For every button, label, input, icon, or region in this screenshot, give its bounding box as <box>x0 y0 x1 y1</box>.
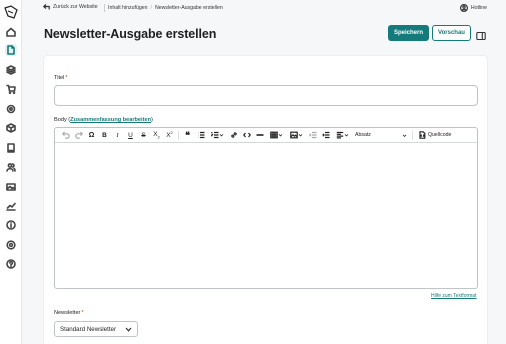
title-field-label: Titel* <box>54 75 68 81</box>
image-icon[interactable] <box>5 181 17 193</box>
body-editor[interactable]: Ω B I U S X2 X2 ❝ Absatz Quellcode <box>54 127 478 289</box>
outdent-icon[interactable] <box>306 129 319 141</box>
body-field-label: Body (Zusammenfassung bearbeiten) <box>54 117 153 123</box>
superscript-icon[interactable]: X2 <box>163 129 176 141</box>
save-button[interactable]: Speichern <box>388 25 429 41</box>
special-char-icon[interactable]: Ω <box>85 129 98 141</box>
undo-icon[interactable] <box>59 129 72 141</box>
book-icon[interactable] <box>5 142 17 154</box>
page-title: Newsletter-Ausgabe erstellen <box>44 27 217 41</box>
editor-toolbar: Ω B I U S X2 X2 ❝ Absatz Quellcode <box>55 128 477 143</box>
edit-summary-link[interactable]: Zusammenfassung bearbeiten <box>70 117 151 123</box>
breadcrumb-separator: / <box>150 5 152 11</box>
newsletter-select-value: Standard Newsletter <box>60 325 117 333</box>
gear-icon[interactable] <box>5 103 17 115</box>
home-icon[interactable] <box>5 26 17 38</box>
table-icon[interactable] <box>266 129 286 141</box>
chart-icon[interactable] <box>5 200 17 212</box>
back-arrow-icon <box>43 4 50 10</box>
horizontal-line-icon[interactable] <box>253 129 266 141</box>
redo-icon[interactable] <box>72 129 85 141</box>
underline-icon[interactable]: U <box>124 129 137 141</box>
link-icon[interactable] <box>227 129 240 141</box>
paragraph-format-value: Absatz <box>355 132 371 138</box>
layers-icon[interactable] <box>5 64 17 76</box>
breadcrumb-divider <box>104 4 105 12</box>
source-code-label: Quellcode <box>428 132 452 138</box>
breadcrumb: Inhalt hinzufügen / Newsletter-Ausgabe e… <box>108 5 223 11</box>
body-label-suffix: ) <box>151 117 153 123</box>
newsletter-label-text: Newsletter <box>54 310 81 316</box>
text-format-help-link[interactable]: Hilfe zum Textformat <box>431 293 476 299</box>
newsletter-select[interactable]: Standard Newsletter <box>54 321 138 337</box>
strikethrough-icon[interactable]: S <box>137 129 150 141</box>
title-input[interactable] <box>54 85 478 106</box>
bold-icon[interactable]: B <box>98 129 111 141</box>
breadcrumb-item-add-content[interactable]: Inhalt hinzufügen <box>108 5 148 11</box>
toolbar-divider <box>178 130 179 140</box>
info-icon[interactable] <box>5 219 17 231</box>
box-icon[interactable] <box>5 122 17 134</box>
indent-icon[interactable] <box>319 129 332 141</box>
subscript-icon[interactable]: X2 <box>150 129 163 141</box>
content-form-card: Titel* Body (Zusammenfassung bearbeiten)… <box>43 55 488 344</box>
newsletter-field-label: Newsletter* <box>54 310 84 316</box>
chevron-down-icon <box>402 134 407 137</box>
required-marker: * <box>81 310 84 316</box>
hotline-label: Hotline <box>470 5 487 11</box>
back-label: Zurück zur Website <box>53 4 98 10</box>
code-icon[interactable] <box>240 129 253 141</box>
toolbar-divider <box>412 130 413 140</box>
required-marker: * <box>65 75 68 81</box>
source-code-icon <box>419 131 426 139</box>
sidebar <box>0 0 22 344</box>
body-label-prefix: Body ( <box>54 117 71 123</box>
source-code-button[interactable]: Quellcode <box>415 129 454 141</box>
preview-button[interactable]: Vorschau <box>432 25 471 41</box>
back-to-website-link[interactable]: Zurück zur Website <box>43 4 98 10</box>
title-label-text: Titel <box>54 75 65 81</box>
insert-image-icon[interactable] <box>286 129 306 141</box>
help-icon[interactable] <box>5 258 17 270</box>
blockquote-icon[interactable]: ❝ <box>181 129 194 141</box>
numbered-list-icon[interactable] <box>207 129 227 141</box>
document-icon[interactable] <box>5 44 17 56</box>
settings-icon[interactable] <box>5 239 17 251</box>
user-circle-icon <box>459 4 468 12</box>
sidebar-panel-toggle-icon[interactable] <box>476 28 486 41</box>
hotline-link[interactable]: Hotline <box>459 4 487 12</box>
logo-icon[interactable] <box>4 5 18 19</box>
breadcrumb-item-current: Newsletter-Ausgabe erstellen <box>154 5 223 11</box>
bulleted-list-icon[interactable] <box>194 129 207 141</box>
italic-icon[interactable]: I <box>111 129 124 141</box>
chevron-down-icon <box>125 327 132 332</box>
paragraph-format-select[interactable]: Absatz <box>352 129 410 141</box>
cart-icon[interactable] <box>5 83 17 95</box>
text-align-icon[interactable] <box>332 129 352 141</box>
users-icon[interactable] <box>5 161 17 173</box>
